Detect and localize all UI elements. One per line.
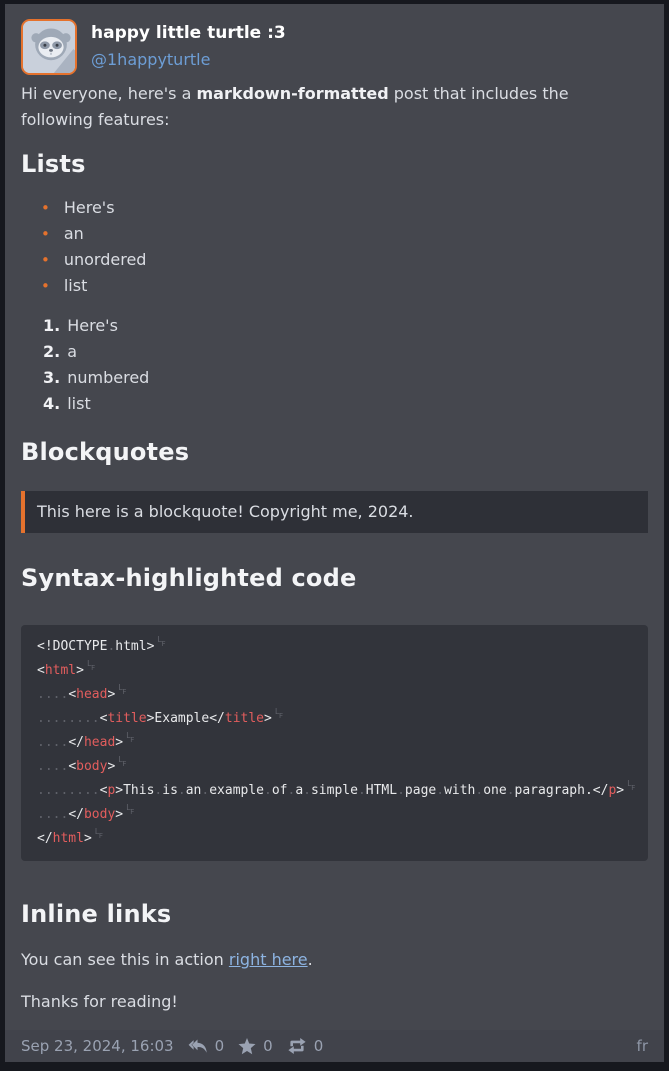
star-icon [238, 1038, 256, 1055]
line-feed-symbol: LF [118, 686, 127, 698]
line-feed-symbol: LF [275, 710, 284, 722]
blockquote: This here is a blockquote! Copyright me,… [21, 491, 648, 533]
post-footer: Sep 23, 2024, 16:03 0 0 0 fr [5, 1030, 664, 1062]
author-meta: happy little turtle :3 @1happyturtle [91, 19, 286, 71]
bullet-icon: • [41, 225, 50, 243]
links-text-pre: You can see this in action [21, 950, 229, 969]
avatar[interactable] [21, 19, 77, 75]
post-content: Hi everyone, here's a markdown-formatted… [5, 75, 664, 1015]
timestamp: Sep 23, 2024, 16:03 [21, 1037, 174, 1055]
line-feed-symbol: LF [87, 662, 96, 674]
list-item: 1.Here's [43, 313, 648, 339]
thanks-paragraph: Thanks for reading! [21, 989, 648, 1015]
line-feed-symbol: LF [126, 734, 135, 746]
code-block: <!DOCTYPE.html>LF<html>LF....<head>LF...… [21, 625, 648, 861]
bullet-icon: • [41, 277, 50, 295]
ordered-list: 1.Here's2.a3.numbered4.list [21, 313, 648, 417]
line-feed-symbol: LF [126, 806, 135, 818]
language-tag: fr [637, 1037, 648, 1055]
reply-icon [188, 1039, 208, 1054]
unordered-list: •Here's•an•unordered•list [21, 195, 648, 299]
right-here-link[interactable]: right here [229, 950, 308, 969]
intro-paragraph: Hi everyone, here's a markdown-formatted… [21, 81, 626, 133]
list-item: •list [41, 273, 648, 299]
intro-text-bold: markdown-formatted [196, 84, 388, 103]
list-item: •unordered [41, 247, 648, 273]
heading-code: Syntax-highlighted code [21, 563, 648, 593]
heading-lists: Lists [21, 149, 648, 179]
post-card: happy little turtle :3 @1happyturtle Hi … [5, 4, 664, 1062]
line-feed-symbol: LF [157, 638, 166, 650]
intro-text-pre: Hi everyone, here's a [21, 84, 196, 103]
list-item: 3.numbered [43, 365, 648, 391]
links-text-post: . [308, 950, 313, 969]
line-feed-symbol: LF [95, 830, 104, 842]
author-display-name[interactable]: happy little turtle :3 [91, 22, 286, 44]
boost-count: 0 [314, 1037, 324, 1055]
line-feed-symbol: LF [118, 758, 127, 770]
heading-inline-links: Inline links [21, 899, 648, 929]
heading-blockquotes: Blockquotes [21, 437, 648, 467]
line-feed-symbol: LF [627, 782, 636, 794]
boost-button[interactable]: 0 [287, 1037, 324, 1055]
boost-icon [287, 1038, 307, 1054]
links-paragraph: You can see this in action right here. [21, 947, 648, 973]
list-item: 4.list [43, 391, 648, 417]
author-handle[interactable]: @1happyturtle [91, 49, 286, 71]
bullet-icon: • [41, 251, 50, 269]
favourite-count: 0 [263, 1037, 273, 1055]
bullet-icon: • [41, 199, 50, 217]
reply-button[interactable]: 0 [188, 1037, 225, 1055]
sloth-avatar-image [23, 21, 77, 75]
list-item: 2.a [43, 339, 648, 365]
post-header: happy little turtle :3 @1happyturtle [5, 4, 664, 75]
favourite-button[interactable]: 0 [238, 1037, 273, 1055]
list-item: •Here's [41, 195, 648, 221]
list-item: •an [41, 221, 648, 247]
reply-count: 0 [215, 1037, 225, 1055]
